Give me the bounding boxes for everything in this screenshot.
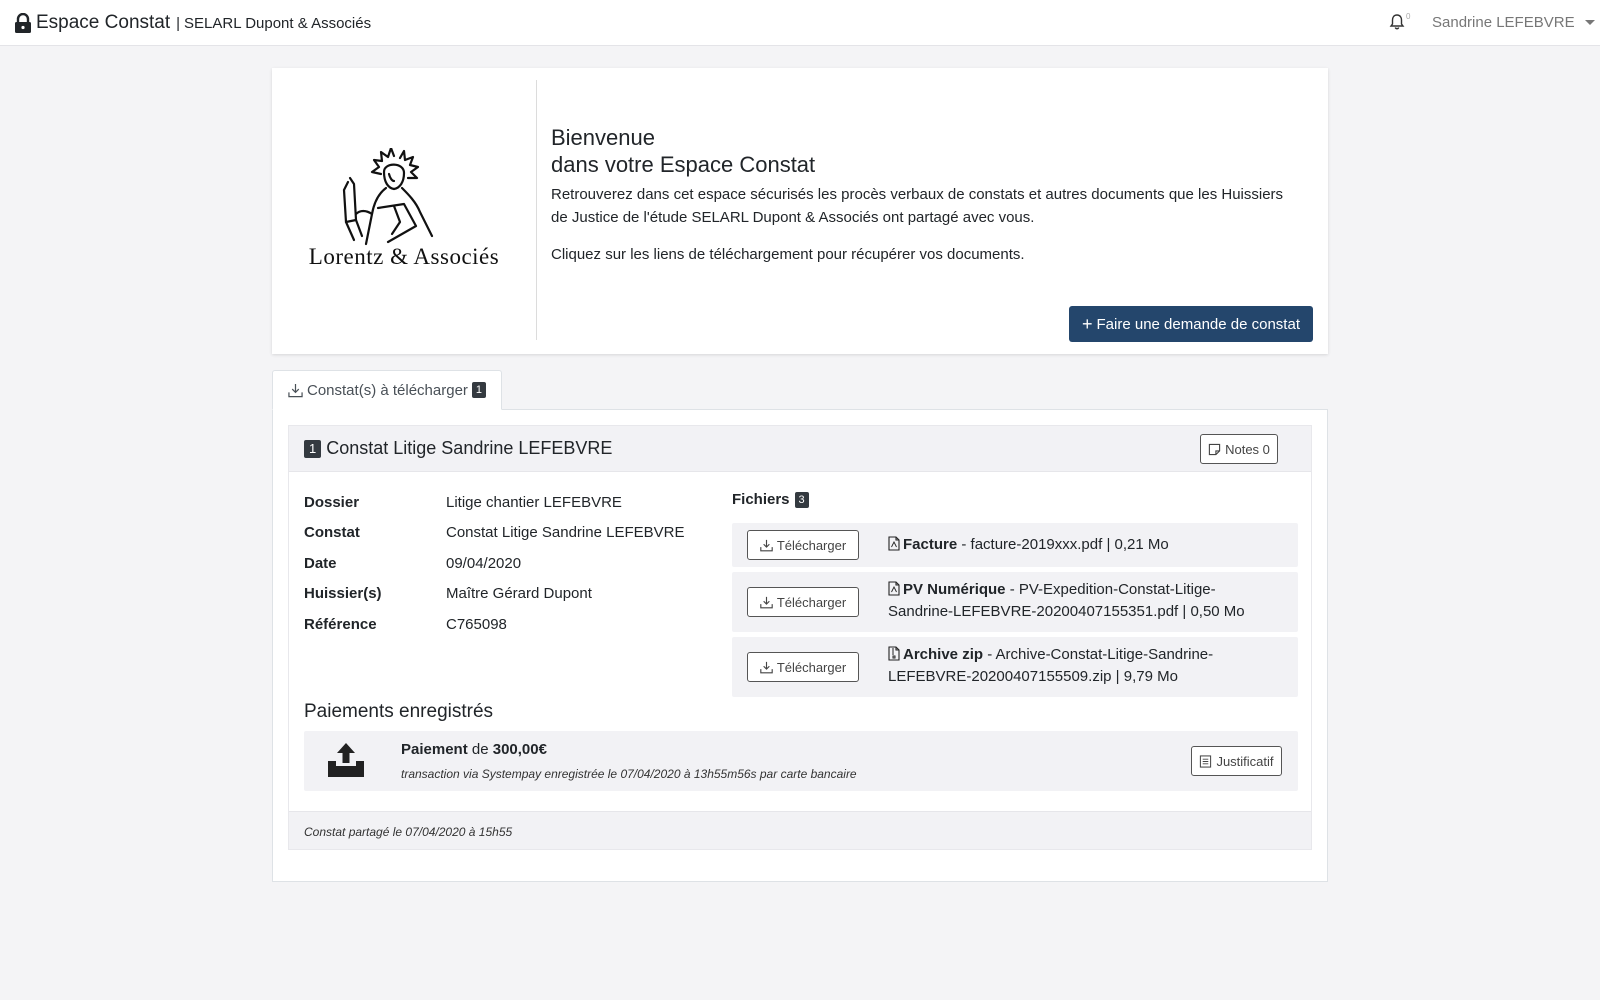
files-count-badge: 3 <box>794 491 809 508</box>
constat-title: 1 Constat Litige Sandrine LEFEBVRE <box>304 438 612 459</box>
pdf-file-icon <box>888 581 900 596</box>
notes-button[interactable]: Notes 0 <box>1200 434 1278 464</box>
download-label: Télécharger <box>776 659 847 675</box>
constat-card-header: 1 Constat Litige Sandrine LEFEBVRE Notes… <box>289 426 1311 472</box>
file-detail: facture-2019xxx.pdf | 0,21 Mo <box>970 536 1169 553</box>
payment-of: de <box>471 741 489 758</box>
logo-wordmark: Lorentz & Associés <box>308 244 500 269</box>
download-icon <box>288 383 303 397</box>
divider <box>536 80 537 340</box>
welcome-title-line2: dans votre Espace Constat <box>551 152 816 177</box>
payment-summary: Paiement de 300,00€ <box>401 741 547 758</box>
payments-title: Paiements enregistrés <box>304 701 494 722</box>
payment-detail: transaction via Systempay enregistrée le… <box>401 767 857 781</box>
brand[interactable]: Espace Constat | SELARL Dupont & Associé… <box>14 12 371 34</box>
tab-label: Constat(s) à télécharger <box>307 381 468 399</box>
note-icon <box>1208 443 1221 455</box>
shared-date: Constat partagé le 07/04/2020 à 15h55 <box>304 825 513 839</box>
user-menu[interactable]: Sandrine LEFEBVRE <box>1432 14 1595 31</box>
file-name: Facture <box>903 536 958 553</box>
constat-index-badge: 1 <box>304 439 322 458</box>
info-label: Huissier(s) <box>304 585 382 603</box>
info-label: Référence <box>304 615 377 633</box>
welcome-title: Bienvenue dans votre Espace Constat <box>551 124 815 178</box>
welcome-card: Lorentz & Associés Bienvenue dans votre … <box>272 68 1328 354</box>
constat-card-footer: Constat partagé le 07/04/2020 à 15h55 <box>289 811 1311 849</box>
info-value: Constat Litige Sandrine LEFEBVRE <box>446 524 685 542</box>
info-value: C765098 <box>446 615 507 633</box>
request-constat-label: Faire une demande de constat <box>1096 315 1300 333</box>
payment-label: Paiement <box>401 741 468 758</box>
download-icon <box>760 539 773 551</box>
tab-count-badge: 1 <box>471 382 487 398</box>
user-name: Sandrine LEFEBVRE <box>1432 14 1575 31</box>
file-description: Archive zip - Archive-Constat-Litige-San… <box>888 646 1214 685</box>
info-label: Constat <box>304 524 360 542</box>
info-row-reference: Référence C765098 <box>304 609 684 640</box>
info-row-constat: Constat Constat Litige Sandrine LEFEBVRE <box>304 518 684 549</box>
download-label: Télécharger <box>776 594 847 610</box>
info-value: Maître Gérard Dupont <box>446 585 592 603</box>
receipt-button[interactable]: Justificatif <box>1191 746 1282 776</box>
info-row-huissiers: Huissier(s) Maître Gérard Dupont <box>304 579 684 610</box>
file-row-pv-numerique: Télécharger PV Numérique - PV-Expedition… <box>732 572 1298 632</box>
info-value: 09/04/2020 <box>446 554 522 572</box>
info-row-dossier: Dossier Litige chantier LEFEBVRE <box>304 487 684 518</box>
file-name: Archive zip <box>903 646 984 663</box>
download-icon <box>760 596 773 608</box>
zip-file-icon <box>888 646 900 661</box>
plus-icon: + <box>1082 313 1093 334</box>
info-label: Dossier <box>304 493 360 511</box>
brand-name: Espace Constat <box>36 12 171 33</box>
welcome-description: Retrouverez dans cet espace sécurisés le… <box>551 186 1284 226</box>
info-value: Litige chantier LEFEBVRE <box>446 493 622 511</box>
files-title: Fichiers 3 <box>732 491 809 508</box>
brand-organization: SELARL Dupont & Associés <box>184 14 372 32</box>
tab-constats-download[interactable]: Constat(s) à télécharger 1 <box>272 370 502 410</box>
download-icon <box>760 661 773 673</box>
download-pv-button[interactable]: Télécharger <box>747 587 859 617</box>
payment-amount: 300,00€ <box>492 741 547 758</box>
file-name: PV Numérique <box>903 581 1006 598</box>
info-label: Date <box>304 554 337 572</box>
lock-icon <box>15 13 31 33</box>
download-archive-button[interactable]: Télécharger <box>747 652 859 682</box>
file-row-facture: Télécharger Facture - facture-2019xxx.pd… <box>732 523 1298 567</box>
file-description: Facture - facture-2019xxx.pdf | 0,21 Mo <box>888 534 1278 556</box>
bell-icon[interactable] <box>1388 13 1406 31</box>
file-description: PV Numérique - PV-Expedition-Constat-Lit… <box>888 581 1245 620</box>
download-facture-button[interactable]: Télécharger <box>747 530 859 560</box>
constat-card: 1 Constat Litige Sandrine LEFEBVRE Notes… <box>288 425 1312 850</box>
welcome-title-line1: Bienvenue <box>551 125 655 150</box>
top-navbar: Espace Constat | SELARL Dupont & Associé… <box>0 0 1600 46</box>
notes-label: Notes 0 <box>1225 441 1270 457</box>
tab-panel: 1 Constat Litige Sandrine LEFEBVRE Notes… <box>272 409 1328 882</box>
upload-tray-icon <box>328 743 364 777</box>
pdf-file-icon <box>888 536 900 551</box>
lady-justice-logo-icon <box>342 148 434 246</box>
brand-separator: | <box>176 14 181 32</box>
download-label: Télécharger <box>776 537 847 553</box>
caret-down-icon <box>1584 20 1595 25</box>
notification-count: 0 <box>1406 12 1411 21</box>
payment-row: Paiement de 300,00€ transaction via Syst… <box>304 731 1298 791</box>
receipt-label: Justificatif <box>1216 753 1274 769</box>
constat-title-text: Constat Litige Sandrine LEFEBVRE <box>326 438 613 458</box>
files-title-text: Fichiers <box>732 491 790 508</box>
welcome-instructions: Cliquez sur les liens de téléchargement … <box>551 246 1025 263</box>
info-row-date: Date 09/04/2020 <box>304 548 684 579</box>
request-constat-button[interactable]: + Faire une demande de constat <box>1069 306 1313 342</box>
constat-info-table: Dossier Litige chantier LEFEBVRE Constat… <box>304 487 684 640</box>
firm-logo: Lorentz & Associés <box>272 68 536 354</box>
file-row-archive-zip: Télécharger Archive zip - Archive-Consta… <box>732 637 1298 697</box>
receipt-icon <box>1200 754 1212 768</box>
